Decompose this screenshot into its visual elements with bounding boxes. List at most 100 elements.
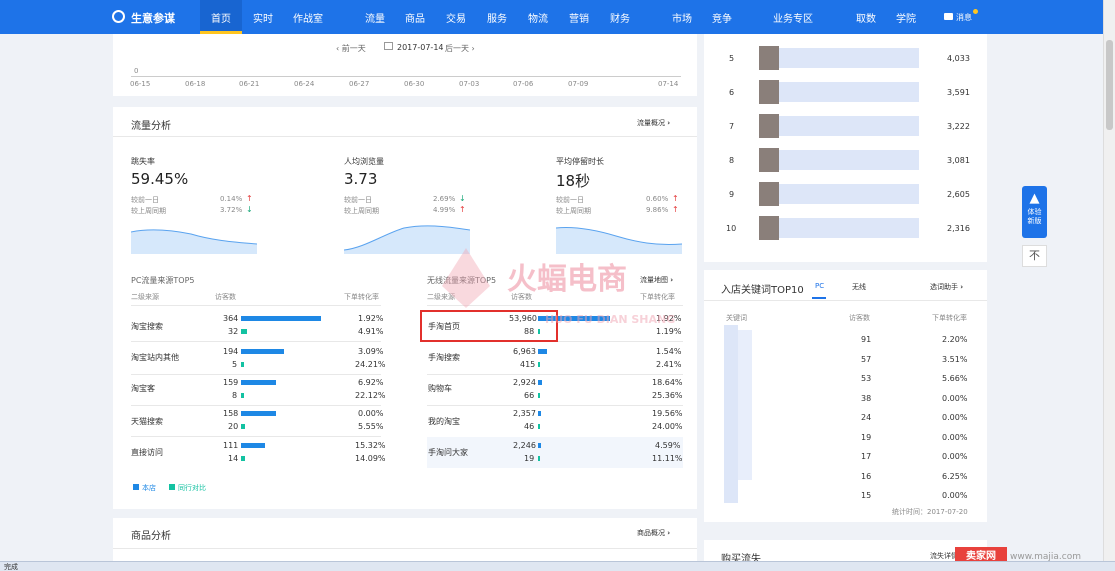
calendar-icon[interactable] [384, 42, 393, 50]
nav-item-traffic[interactable]: 流量 [365, 10, 385, 25]
metric-value: 3.73 [344, 170, 378, 188]
peer-bar [538, 424, 540, 429]
goods-overview-link[interactable]: 商品概况 › [637, 528, 670, 538]
timeline-tick: 07-06 [513, 80, 534, 88]
nav-item-home[interactable]: 首页 [211, 10, 231, 25]
rank-value: 2,605 [947, 190, 970, 199]
date-prev-label: 前一天 [341, 44, 366, 53]
row-visitors-peer: 8 [232, 391, 238, 400]
visitor-bar [538, 443, 541, 448]
flow-overview-link[interactable]: 流量概况 › [637, 118, 670, 128]
table-header: 下单转化率 [344, 293, 379, 301]
product-thumbnail[interactable] [759, 114, 779, 138]
row-rate: 19.56% [652, 409, 683, 418]
keyword-visitors: 15 [861, 491, 872, 500]
product-thumbnail[interactable] [759, 148, 779, 172]
divider [131, 405, 381, 406]
goods-overview-label: 商品概况 [637, 529, 665, 537]
keyword-helper-label: 选词助手 [930, 283, 958, 291]
keyword-helper-link[interactable]: 选词助手 › [930, 282, 963, 292]
product-name[interactable] [779, 48, 919, 68]
date-prev[interactable]: ‹ 前一天 [336, 43, 366, 54]
row-visitors-peer: 46 [524, 422, 535, 431]
try-new-version-button[interactable]: ▲ 体验新版 [1022, 186, 1047, 238]
nav-item-academy[interactable]: 学院 [896, 10, 916, 25]
keyword-list-blurred[interactable] [724, 325, 738, 503]
divider [131, 436, 381, 437]
metric-label: 人均浏览量 [344, 157, 384, 166]
row-source-name: 直接访问 [131, 448, 163, 457]
flow-title: 流量分析 [131, 121, 171, 132]
tab-wireless[interactable]: 无线 [852, 282, 866, 292]
nav-item-finance[interactable]: 财务 [610, 10, 630, 25]
product-name[interactable] [779, 218, 919, 238]
date-current[interactable]: 2017-07-14 [397, 43, 444, 52]
row-source-name: 我的淘宝 [428, 417, 460, 426]
metric-cmp-label: 较上周同期 [131, 207, 166, 215]
nav-item-realtime[interactable]: 实时 [253, 10, 273, 25]
keyword-title: 入店关键词TOP10 [721, 285, 804, 296]
keyword-visitors: 53 [861, 374, 872, 383]
table-header: 访客数 [849, 314, 870, 322]
rank-number: 5 [729, 54, 735, 63]
nav-item-service[interactable]: 服务 [487, 10, 507, 25]
product-thumbnail[interactable] [759, 216, 779, 240]
nav-item-compete[interactable]: 竞争 [712, 10, 732, 25]
nav-item-marketing[interactable]: 营销 [569, 10, 589, 25]
keyword-rate: 2.20% [942, 335, 968, 344]
legend-store[interactable]: 本店 [142, 483, 156, 493]
metric-sparkline [556, 227, 682, 254]
metric-value: 59.45% [131, 170, 189, 188]
peer-bar [538, 393, 540, 398]
nav-item-data[interactable]: 取数 [856, 10, 876, 25]
stat-time: 统计时间：2017-07-20 [892, 508, 968, 516]
row-rate: 0.00% [358, 409, 384, 418]
peer-bar [538, 456, 540, 461]
flow-map-label: 流量地图 [640, 276, 668, 284]
metric-cmp-value: 9.86% [646, 206, 669, 214]
row-visitors: 6,963 [513, 347, 536, 356]
nav-item-trade[interactable]: 交易 [446, 10, 466, 25]
rank-number: 7 [729, 122, 735, 131]
scrollbar-thumb[interactable] [1106, 40, 1113, 130]
metric-cmp-label: 较前一日 [131, 196, 159, 204]
watermark-logo-icon [432, 246, 500, 310]
timeline-card: ‹ 前一天 2017-07-14 后一天 › 0 06-15 06-18 06-… [113, 34, 697, 96]
row-rate: 18.64% [652, 378, 683, 387]
metric-cmp-value: 0.14% [220, 195, 243, 203]
legend-peer[interactable]: 同行对比 [178, 483, 206, 493]
row-rate: 1.54% [656, 347, 682, 356]
product-thumbnail[interactable] [759, 46, 779, 70]
product-name[interactable] [779, 150, 919, 170]
goods-title: 商品分析 [131, 531, 171, 542]
brand-name[interactable]: 生意参谋 [131, 10, 175, 26]
nav-item-market[interactable]: 市场 [672, 10, 692, 25]
date-next[interactable]: 后一天 › [445, 43, 475, 54]
row-rate-peer: 1.19% [656, 327, 682, 336]
row-rate-peer: 11.11% [652, 454, 683, 463]
nav-message[interactable]: 消息 [956, 12, 972, 23]
product-thumbnail[interactable] [759, 182, 779, 206]
page-scrollbar[interactable] [1103, 0, 1115, 561]
flow-map-link[interactable]: 流量地图 › [640, 275, 673, 285]
product-name[interactable] [779, 82, 919, 102]
peer-bar [538, 362, 540, 367]
keyword-list-blurred[interactable] [738, 330, 752, 480]
back-to-top-button[interactable]: 不 [1022, 245, 1047, 267]
tab-pc[interactable]: PC [815, 282, 824, 290]
nav-item-logistics[interactable]: 物流 [528, 10, 548, 25]
nav-item-warroom[interactable]: 作战室 [293, 10, 323, 25]
row-rate-peer: 14.09% [355, 454, 386, 463]
product-name[interactable] [779, 116, 919, 136]
nav-item-business[interactable]: 业务专区 [773, 10, 813, 25]
status-text: 完成 [4, 563, 18, 571]
rank-value: 3,081 [947, 156, 970, 165]
keyword-rate: 0.00% [942, 413, 968, 422]
purchase-link[interactable]: 流失详情 [930, 551, 958, 561]
nav-item-goods[interactable]: 商品 [405, 10, 425, 25]
rank-value: 4,033 [947, 54, 970, 63]
timeline-tick: 06-24 [294, 80, 315, 88]
product-name[interactable] [779, 184, 919, 204]
product-thumbnail[interactable] [759, 80, 779, 104]
row-rate-peer: 24.21% [355, 360, 386, 369]
